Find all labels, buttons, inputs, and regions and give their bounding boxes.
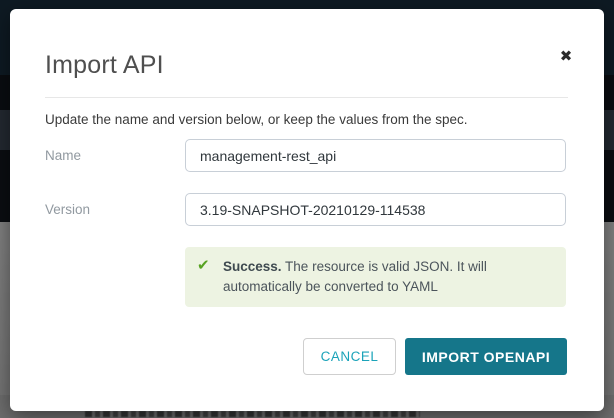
title-divider [45, 97, 568, 98]
cancel-button[interactable]: CANCEL [303, 338, 396, 375]
success-alert-text: Success. The resource is valid JSON. It … [223, 257, 535, 297]
import-api-dialog: Import API ✖ Update the name and version… [10, 9, 604, 411]
version-field-label: Version [45, 202, 90, 217]
success-alert: ✔ Success. The resource is valid JSON. I… [185, 247, 566, 307]
success-alert-title: Success. [223, 259, 282, 274]
checkmark-icon: ✔ [197, 256, 210, 274]
dialog-description: Update the name and version below, or ke… [45, 112, 468, 127]
dialog-title: Import API [45, 51, 164, 80]
close-icon[interactable]: ✖ [556, 47, 576, 67]
obscured-page-text [85, 411, 420, 417]
name-input[interactable] [185, 139, 566, 172]
import-openapi-button[interactable]: IMPORT OPENAPI [405, 338, 567, 375]
name-field-label: Name [45, 148, 81, 163]
version-input[interactable] [185, 193, 566, 226]
